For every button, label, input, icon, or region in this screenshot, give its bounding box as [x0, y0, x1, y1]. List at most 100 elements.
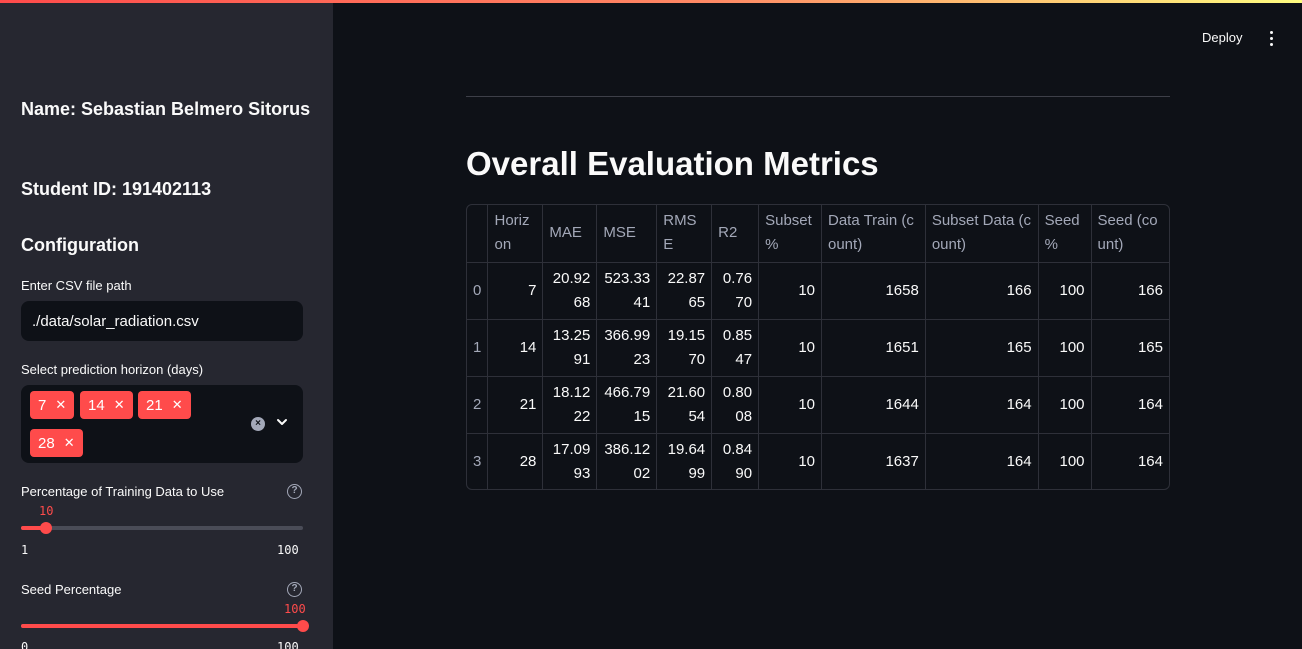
column-header[interactable]: RMSE — [656, 205, 713, 263]
table-cell: 18.1222 — [542, 376, 598, 434]
table-body: 0 7 20.9268 523.3341 22.8765 0.7670 10 1658 166 1… — [467, 262, 1169, 489]
vertical-dots-icon[interactable] — [1262, 26, 1280, 50]
table-cell: 164 — [1091, 376, 1169, 434]
chevron-down-icon[interactable] — [275, 415, 289, 429]
column-header[interactable]: Subset % — [758, 205, 822, 263]
column-header[interactable]: Data Train (count) — [821, 205, 926, 263]
table-cell: 22.8765 — [656, 262, 713, 320]
table-cell: 166 — [925, 262, 1039, 320]
seed-percentage-label: Seed Percentage — [21, 582, 122, 597]
table-header-row: Horizon MAE MSE RMSE R2 Subset % Data Train (c… — [467, 205, 1169, 263]
horizon-chip[interactable]: 28 ✕ — [30, 429, 83, 457]
table-cell: 386.1202 — [596, 433, 658, 489]
horizon-chip[interactable]: 7 ✕ — [30, 391, 75, 419]
slider-min-label: 1 — [21, 543, 29, 557]
table-cell: 13.2591 — [542, 319, 598, 377]
column-header[interactable]: Seed (count) — [1091, 205, 1169, 263]
top-decoration-bar — [0, 0, 1302, 3]
student-id: Student ID: 191402113 — [21, 179, 212, 199]
table-cell: 100 — [1038, 433, 1092, 489]
table-cell: 19.6499 — [656, 433, 713, 489]
table-cell: 0.8008 — [711, 376, 760, 434]
table-cell: 100 — [1038, 319, 1092, 377]
column-header[interactable] — [467, 205, 489, 263]
table-cell: 10 — [758, 262, 822, 320]
slider-thumb[interactable] — [297, 620, 309, 632]
column-header[interactable]: MSE — [596, 205, 658, 263]
help-icon[interactable]: ? — [287, 484, 302, 499]
training-percentage-label: Percentage of Training Data to Use — [21, 484, 225, 499]
table-cell: 164 — [925, 433, 1039, 489]
table-cell: 366.9923 — [596, 319, 658, 377]
close-icon[interactable]: ✕ — [55, 397, 66, 413]
row-index: 0 — [467, 262, 489, 320]
training-slider[interactable] — [21, 522, 303, 534]
chip-label: 21 — [146, 396, 163, 414]
table-cell: 21 — [487, 376, 544, 434]
column-header[interactable]: MAE — [542, 205, 598, 263]
table-cell: 100 — [1038, 376, 1092, 434]
table-cell: 165 — [1091, 319, 1169, 377]
chip-label: 7 — [38, 396, 47, 414]
horizon-multiselect[interactable]: 7 ✕ 14 ✕ 21 ✕ 28 ✕ × — [21, 385, 303, 463]
configuration-heading: Configuration — [21, 235, 139, 255]
table-cell: 166 — [1091, 262, 1169, 320]
table-cell: 20.9268 — [542, 262, 598, 320]
table-cell: 1637 — [821, 433, 926, 489]
column-header[interactable]: Seed % — [1038, 205, 1092, 263]
sidebar: Name: Sebastian Belmero Sitorus Student … — [0, 0, 333, 649]
row-index: 3 — [467, 433, 489, 489]
table-cell: 0.8490 — [711, 433, 760, 489]
slider-fill — [21, 624, 303, 628]
table-cell: 466.7915 — [596, 376, 658, 434]
table-row: 3 28 17.0993 386.1202 19.6499 0.8490 10 1637 164… — [467, 433, 1169, 489]
table-cell: 28 — [487, 433, 544, 489]
column-header[interactable]: Subset Data (count) — [925, 205, 1039, 263]
slider-max-label: 100 — [277, 640, 299, 649]
table-cell: 14 — [487, 319, 544, 377]
table-cell: 164 — [1137, 452, 1163, 470]
row-index: 2 — [467, 376, 489, 434]
page-title: Overall Evaluation Metrics — [466, 145, 879, 182]
training-slider-value: 10 — [39, 504, 54, 518]
table-cell: 0.8547 — [711, 319, 760, 377]
horizon-label: Select prediction horizon (days) — [21, 362, 204, 377]
deploy-button[interactable]: Deploy — [1193, 24, 1251, 52]
seed-slider[interactable] — [21, 620, 309, 632]
table-cell: 0.7670 — [711, 262, 760, 320]
table-row: 2 21 18.1222 466.7915 21.6054 0.8008 10 1644 164… — [467, 376, 1169, 434]
column-header[interactable]: R2 — [711, 205, 760, 263]
seed-slider-value: 100 — [284, 602, 306, 616]
close-icon[interactable]: ✕ — [114, 397, 125, 413]
csv-path-input[interactable]: ./data/solar_radiation.csv — [21, 301, 303, 341]
table-cell: 17.0993 — [542, 433, 598, 489]
horizon-chip[interactable]: 21 ✕ — [138, 391, 191, 419]
help-icon[interactable]: ? — [287, 582, 302, 597]
table-cell: 1644 — [821, 376, 926, 434]
clear-all-icon[interactable]: × — [251, 417, 265, 431]
table-row: 0 7 20.9268 523.3341 22.8765 0.7670 10 1658 166 1… — [467, 262, 1169, 320]
row-index: 1 — [467, 319, 489, 377]
table-cell: 165 — [925, 319, 1039, 377]
table-cell: 1651 — [821, 319, 926, 377]
slider-min-label: 0 — [21, 640, 29, 649]
slider-max-label: 100 — [277, 543, 299, 557]
divider — [466, 96, 1170, 97]
table-cell: 10 — [758, 376, 822, 434]
student-name: Name: Sebastian Belmero Sitorus — [21, 99, 311, 119]
slider-thumb[interactable] — [40, 522, 53, 534]
table-cell: 10 — [758, 319, 822, 377]
table-cell: 19.1570 — [656, 319, 713, 377]
column-header[interactable]: Horizon — [487, 205, 544, 263]
chip-label: 28 — [38, 434, 55, 452]
table-cell: 100 — [1038, 262, 1092, 320]
table-cell: 523.3341 — [596, 262, 658, 320]
table-cell: 7 — [487, 262, 544, 320]
table-cell: 1658 — [821, 262, 926, 320]
table-cell: 21.6054 — [656, 376, 713, 434]
close-icon[interactable]: ✕ — [64, 435, 75, 451]
horizon-chip[interactable]: 14 ✕ — [80, 391, 133, 419]
csv-path-label: Enter CSV file path — [21, 278, 132, 293]
close-icon[interactable]: ✕ — [172, 397, 183, 413]
table-cell: 10 — [758, 433, 822, 489]
